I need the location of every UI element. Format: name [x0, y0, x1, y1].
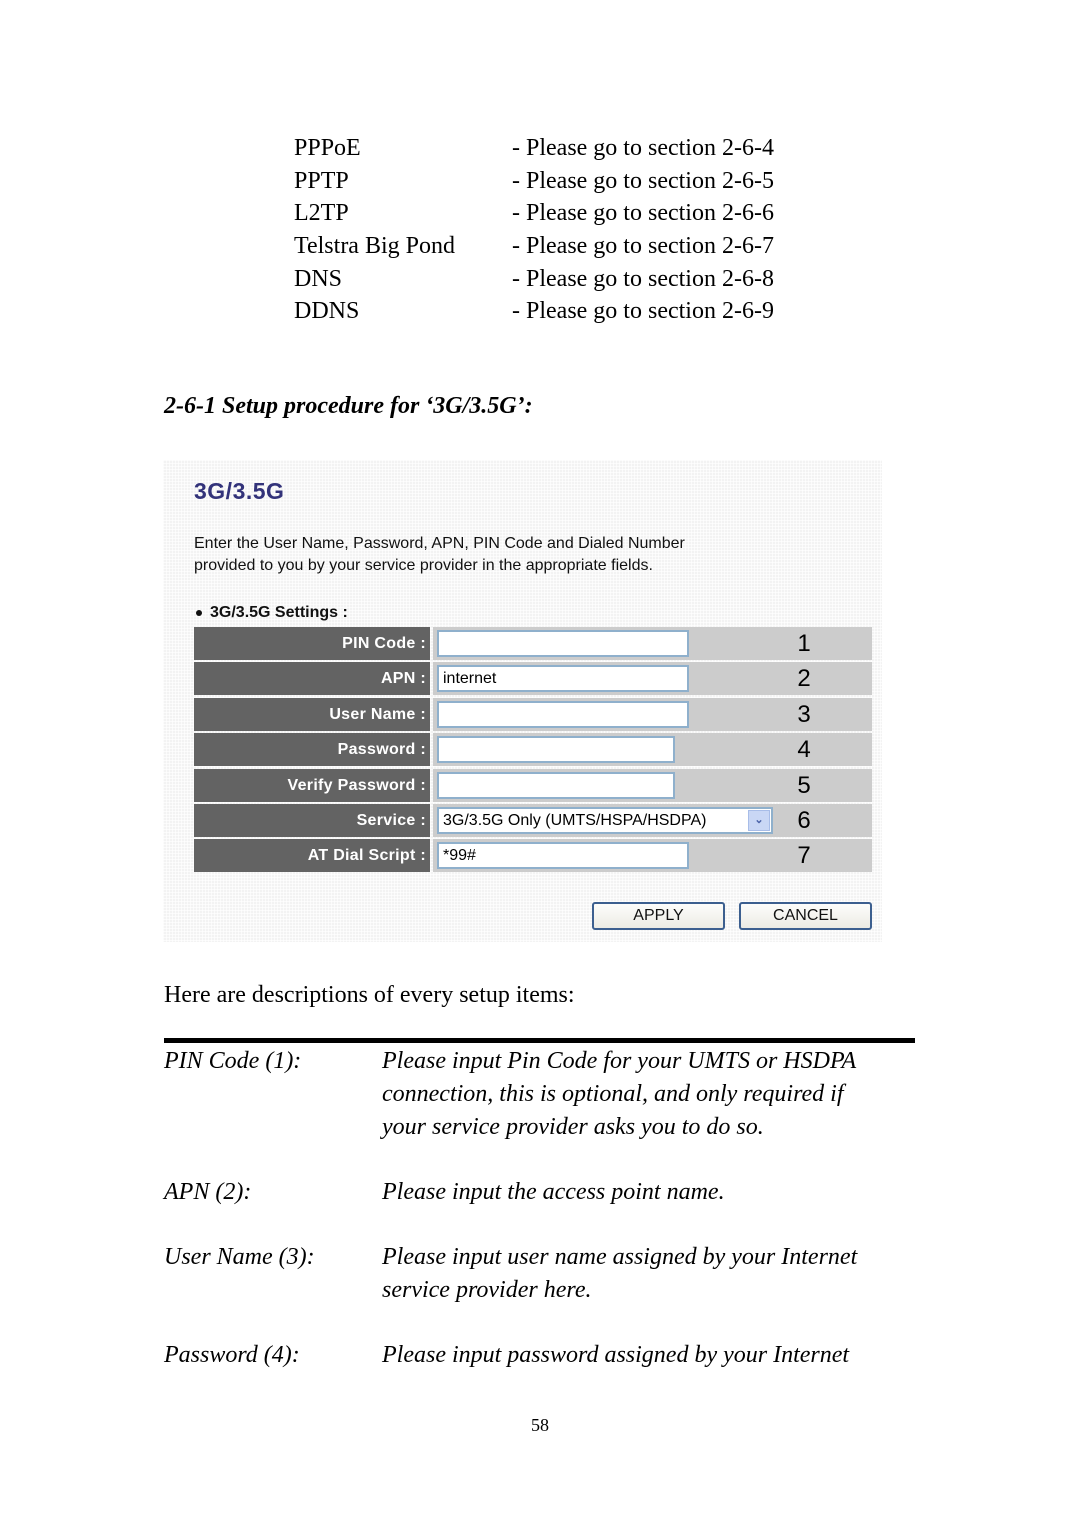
at-dial-script-input[interactable]: *99#: [437, 842, 689, 870]
apn-input[interactable]: internet: [437, 665, 689, 693]
cancel-button[interactable]: CANCEL: [739, 902, 872, 930]
descriptions-intro: Here are descriptions of every setup ite…: [164, 982, 575, 1008]
description-term: PIN Code (1):: [164, 1048, 302, 1074]
field-cell: 3: [433, 697, 872, 731]
section-ref: - Please go to section 2-6-6: [512, 200, 774, 227]
section-ref: - Please go to section 2-6-4: [512, 135, 774, 161]
description-line: Please input the access point name.: [382, 1179, 725, 1205]
settings-heading: 3G/3.5G Settings :: [196, 604, 348, 622]
chevron-down-icon[interactable]: ⌄: [748, 809, 770, 831]
connection-type: PPPoE: [294, 135, 361, 161]
form-row-at-dial-script: AT Dial Script : *99# 7: [194, 839, 872, 873]
connection-type: DDNS: [294, 298, 360, 325]
field-cell: internet 2: [433, 662, 872, 696]
service-select[interactable]: 3G/3.5G Only (UMTS/HSPA/HSDPA) ⌄: [437, 806, 773, 834]
section-ref: - Please go to section 2-6-8: [512, 265, 774, 292]
divider: [164, 1038, 915, 1043]
description-line: connection, this is optional, and only r…: [382, 1081, 844, 1107]
pin-code-input[interactable]: [437, 630, 689, 657]
field-label: User Name :: [194, 697, 430, 731]
callout-number: 4: [797, 736, 811, 764]
description-term: Password (4):: [164, 1342, 300, 1368]
connection-type: Telstra Big Pond: [294, 233, 455, 260]
page-number: 58: [531, 1415, 549, 1435]
form-row-service: Service : 3G/3.5G Only (UMTS/HSPA/HSDPA)…: [194, 803, 872, 837]
description-line: your service provider asks you to do so.: [382, 1114, 764, 1140]
field-cell: 3G/3.5G Only (UMTS/HSPA/HSDPA) ⌄ 6: [433, 803, 872, 837]
password-input[interactable]: [437, 736, 675, 764]
field-cell: 1: [433, 627, 872, 660]
panel-description: Enter the User Name, Password, APN, PIN …: [194, 533, 685, 577]
field-cell: 4: [433, 733, 872, 767]
description-term: User Name (3):: [164, 1244, 315, 1270]
callout-number: 6: [797, 806, 811, 834]
field-label: PIN Code :: [194, 627, 430, 660]
section-ref: - Please go to section 2-6-9: [512, 298, 774, 325]
panel-description-line: provided to you by your service provider…: [194, 557, 653, 574]
form-row-apn: APN : internet 2: [194, 662, 872, 696]
description-line: Please input password assigned by your I…: [382, 1342, 850, 1368]
description-term: APN (2):: [164, 1179, 252, 1205]
field-label: Password :: [194, 733, 430, 767]
user-name-input[interactable]: [437, 700, 689, 728]
description-text: Please input password assigned by your I…: [382, 1339, 922, 1372]
panel-title: 3G/3.5G: [194, 478, 285, 504]
settings-form: PIN Code : 1 APN : internet 2 User Name …: [194, 627, 872, 875]
field-label: AT Dial Script :: [194, 839, 430, 873]
description-line: Please input user name assigned by your …: [382, 1244, 858, 1270]
section-ref: - Please go to section 2-6-5: [512, 167, 774, 194]
settings-heading-label: 3G/3.5G Settings :: [210, 604, 348, 621]
callout-number: 1: [797, 630, 811, 657]
verify-password-input[interactable]: [437, 771, 675, 799]
form-row-verify-password: Verify Password : 5: [194, 768, 872, 802]
form-row-user-name: User Name : 3: [194, 697, 872, 731]
connection-type: L2TP: [294, 200, 349, 227]
section-ref: - Please go to section 2-6-7: [512, 233, 774, 260]
form-row-pin-code: PIN Code : 1: [194, 627, 872, 660]
field-cell: *99# 7: [433, 839, 872, 873]
callout-number: 2: [797, 665, 811, 693]
field-label: APN :: [194, 662, 430, 696]
description-text: Please input user name assigned by your …: [382, 1241, 922, 1307]
description-text: Please input the access point name.: [382, 1176, 922, 1209]
callout-number: 5: [797, 771, 811, 799]
bullet-icon: [196, 609, 202, 616]
callout-number: 3: [797, 700, 811, 728]
callout-number: 7: [797, 842, 811, 870]
router-settings-screenshot: 3G/3.5G Enter the User Name, Password, A…: [163, 460, 884, 942]
description-text: Please input Pin Code for your UMTS or H…: [382, 1045, 922, 1144]
field-label: Verify Password :: [194, 768, 430, 802]
service-selected-value: 3G/3.5G Only (UMTS/HSPA/HSDPA): [443, 811, 707, 829]
connection-type: DNS: [294, 265, 343, 292]
description-line: Please input Pin Code for your UMTS or H…: [382, 1048, 857, 1074]
field-label: Service :: [194, 803, 430, 837]
panel-description-line: Enter the User Name, Password, APN, PIN …: [194, 535, 685, 552]
field-cell: 5: [433, 768, 872, 802]
apply-button[interactable]: APPLY: [592, 902, 725, 930]
description-line: service provider here.: [382, 1277, 592, 1303]
section-heading: 2-6-1 Setup procedure for ‘3G/3.5G’:: [164, 393, 533, 419]
connection-type: PPTP: [294, 167, 349, 194]
form-row-password: Password : 4: [194, 733, 872, 767]
